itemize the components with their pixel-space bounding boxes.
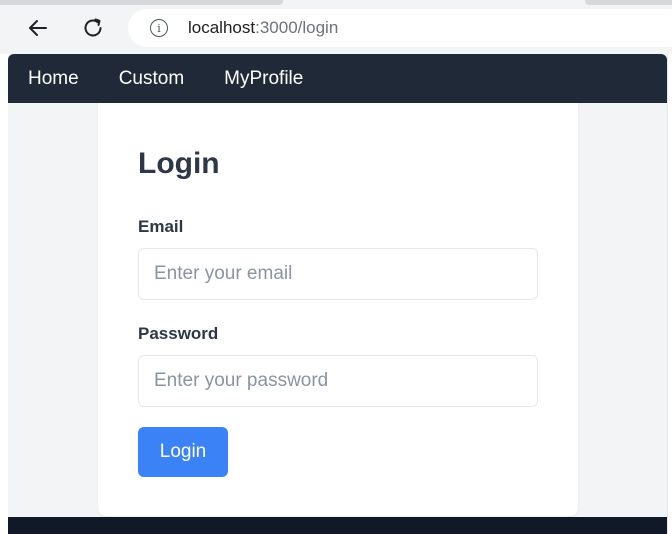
login-button[interactable]: Login xyxy=(138,427,228,477)
nav-link-custom[interactable]: Custom xyxy=(119,68,184,90)
back-arrow-icon[interactable] xyxy=(24,14,52,42)
url-path: :3000/login xyxy=(255,18,339,37)
reload-icon[interactable] xyxy=(79,14,107,42)
page-footer xyxy=(8,517,667,534)
password-field[interactable] xyxy=(138,355,538,407)
url-host: localhost xyxy=(188,18,256,37)
top-navbar: Home Custom MyProfile xyxy=(8,54,667,103)
page-viewport: Home Custom MyProfile Login Email Passwo… xyxy=(8,54,667,534)
page-title: Login xyxy=(138,147,220,180)
email-field[interactable] xyxy=(138,248,538,300)
info-icon[interactable]: i xyxy=(150,19,168,37)
url-text[interactable]: localhost:3000/login xyxy=(188,18,338,38)
window-edge xyxy=(0,54,8,534)
email-label: Email xyxy=(138,217,184,236)
browser-tab[interactable] xyxy=(0,0,283,5)
browser-tab[interactable] xyxy=(585,0,672,5)
nav-link-home[interactable]: Home xyxy=(28,68,79,90)
login-card: Login Email Password Login xyxy=(98,103,578,516)
nav-link-myprofile[interactable]: MyProfile xyxy=(224,68,303,90)
scrollbar-track[interactable] xyxy=(667,54,672,534)
address-bar[interactable]: i localhost:3000/login xyxy=(128,9,672,47)
browser-toolbar: i localhost:3000/login xyxy=(0,0,672,54)
password-label: Password xyxy=(138,324,219,343)
